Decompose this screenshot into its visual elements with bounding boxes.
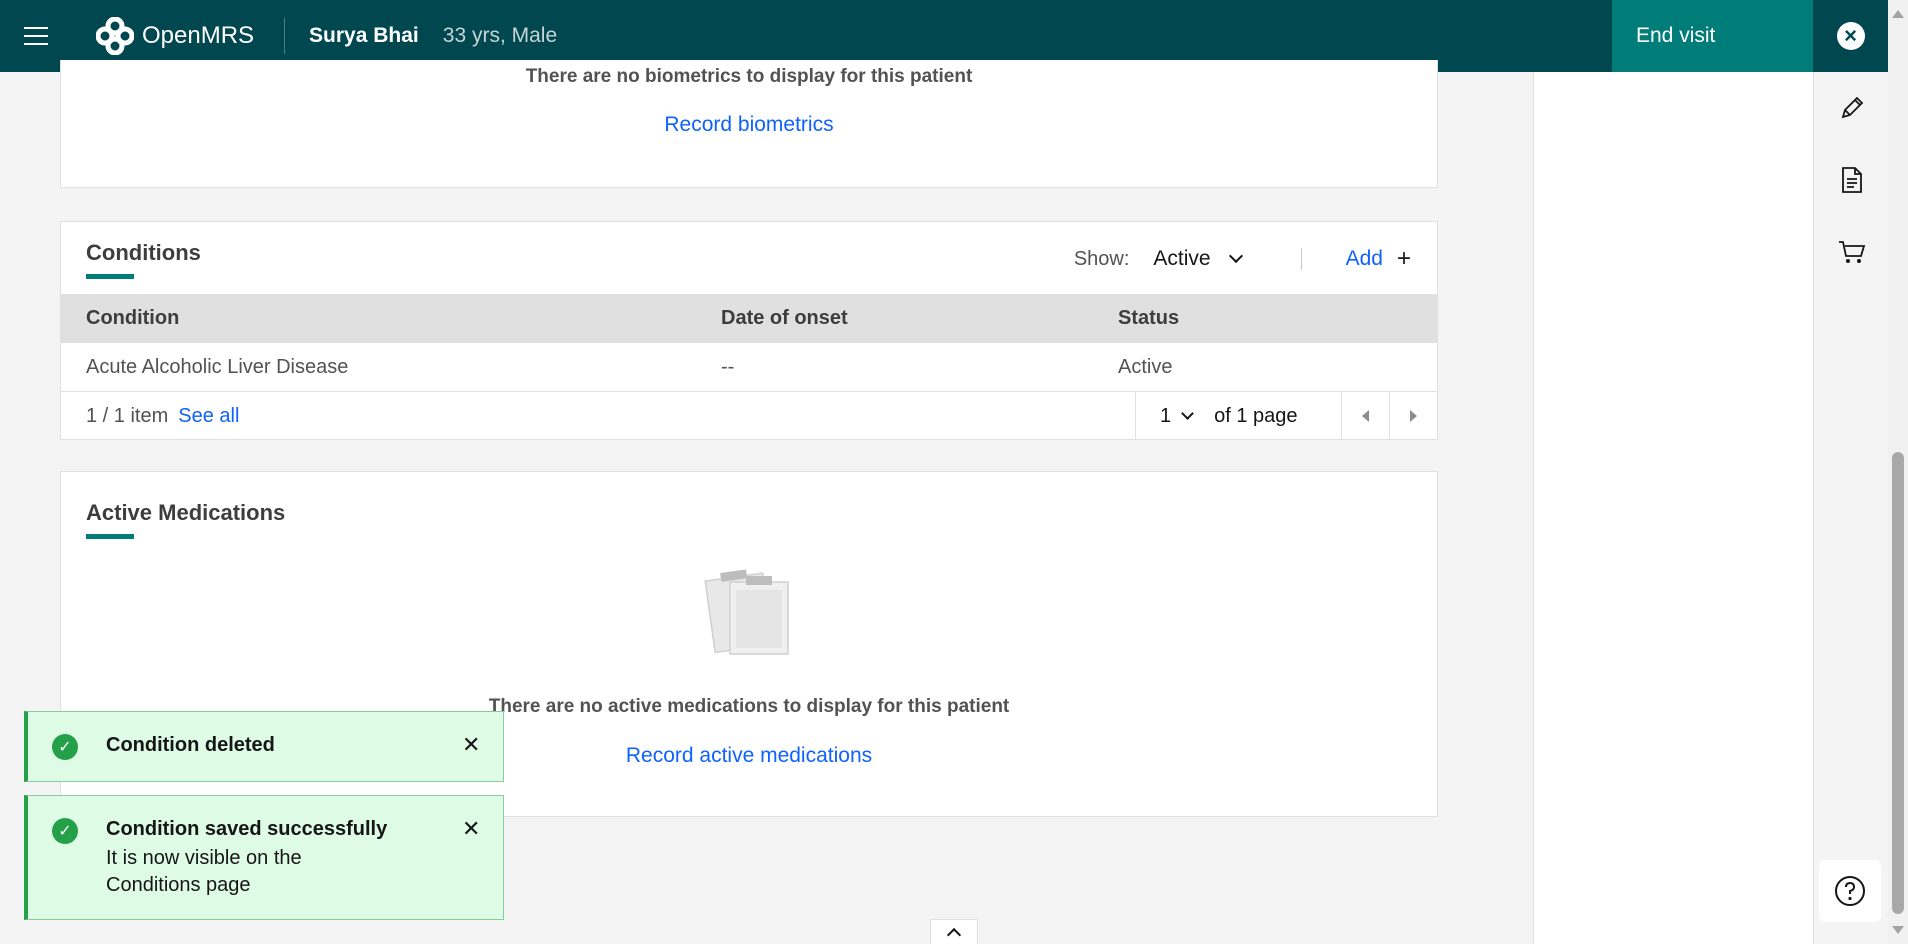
chevron-down-icon xyxy=(1228,248,1243,264)
caret-left-icon xyxy=(1362,410,1369,422)
medications-header: Active Medications xyxy=(86,500,285,539)
conditions-header: Conditions xyxy=(86,240,201,279)
see-all-link[interactable]: See all xyxy=(178,405,239,428)
document-icon xyxy=(1841,167,1862,193)
cart-icon xyxy=(1838,241,1865,263)
help-button[interactable] xyxy=(1819,860,1881,922)
end-visit-button[interactable]: End visit xyxy=(1612,0,1813,72)
close-icon[interactable]: ✕ xyxy=(462,816,480,842)
page-scrollbar[interactable] xyxy=(1888,0,1908,944)
status-cell: Active xyxy=(1118,355,1173,378)
add-condition-button[interactable]: Add + xyxy=(1346,245,1411,273)
app-name: OpenMRS xyxy=(142,22,255,49)
conditions-pagination: 1 / 1 item See all 1 of 1 page xyxy=(61,392,1437,440)
hamburger-icon xyxy=(24,27,48,45)
visit-note-button[interactable] xyxy=(1814,72,1889,144)
add-condition-label: Add xyxy=(1345,247,1383,270)
chevron-down-icon xyxy=(1181,406,1194,420)
toast-title: Condition saved successfully xyxy=(106,818,388,840)
column-header-onset[interactable]: Date of onset xyxy=(721,307,848,330)
biometrics-card: There are no biometrics to display for t… xyxy=(60,60,1438,188)
conditions-table-header: Condition Date of onset Status xyxy=(61,294,1437,343)
page-total: of 1 page xyxy=(1214,404,1298,427)
scroll-to-top-button[interactable] xyxy=(930,919,978,944)
caret-right-icon xyxy=(1410,410,1417,422)
record-biometrics-label[interactable]: Record biometrics xyxy=(664,113,833,136)
column-header-condition[interactable]: Condition xyxy=(86,307,179,330)
next-page-button[interactable] xyxy=(1389,392,1437,440)
toast-condition-saved: ✓ Condition saved successfully It is now… xyxy=(24,795,504,920)
header-divider xyxy=(284,18,286,54)
conditions-card: Conditions Show: Active Add + Condition … xyxy=(60,221,1438,440)
close-icon: × xyxy=(1836,22,1865,50)
patient-demographics: 33 yrs, Male xyxy=(442,24,558,47)
toast-title: Condition deleted xyxy=(106,734,275,756)
previous-page-button[interactable] xyxy=(1341,392,1389,440)
scroll-up-icon[interactable] xyxy=(1892,10,1904,18)
order-basket-button[interactable] xyxy=(1814,216,1889,288)
title-underline xyxy=(86,534,134,539)
conditions-title: Conditions xyxy=(86,240,201,265)
close-workspace-button[interactable]: × xyxy=(1813,0,1888,72)
empty-clipboard-icon xyxy=(704,569,789,655)
table-row[interactable]: Acute Alcoholic Liver Disease -- Active xyxy=(61,343,1437,392)
toast-subtitle: It is now visible on the Conditions page xyxy=(106,847,302,896)
page-number: 1 xyxy=(1160,404,1172,427)
help-icon xyxy=(1835,876,1865,906)
onset-cell: -- xyxy=(721,355,735,378)
scroll-down-icon[interactable] xyxy=(1892,926,1904,934)
page-select[interactable]: 1 of 1 page xyxy=(1135,392,1341,440)
plus-icon: + xyxy=(1396,245,1411,272)
medications-title: Active Medications xyxy=(86,500,286,525)
record-biometrics-link: Record biometrics xyxy=(61,113,1437,137)
controls-divider xyxy=(1300,248,1302,270)
openmrs-logo[interactable]: OpenMRS xyxy=(96,16,254,56)
openmrs-logo-icon xyxy=(96,17,134,55)
status-filter-value: Active xyxy=(1153,247,1211,270)
checkmark-filled-icon: ✓ xyxy=(52,818,78,844)
condition-cell: Acute Alcoholic Liver Disease xyxy=(86,355,349,378)
conditions-controls: Show: Active Add + xyxy=(1074,244,1411,274)
clinical-forms-button[interactable] xyxy=(1814,144,1889,216)
show-filter-label: Show: xyxy=(1073,247,1130,270)
chevron-up-icon xyxy=(946,927,962,943)
scroll-thumb[interactable] xyxy=(1892,452,1904,914)
item-count: 1 / 1 item xyxy=(86,404,169,427)
patient-name: Surya Bhai xyxy=(309,24,419,47)
side-panel xyxy=(1533,72,1814,944)
biometrics-empty-text: There are no biometrics to display for t… xyxy=(525,66,973,87)
status-filter-dropdown[interactable]: Active xyxy=(1129,247,1243,271)
record-medications-label[interactable]: Record active medications xyxy=(626,744,872,767)
column-header-status[interactable]: Status xyxy=(1118,307,1179,330)
pen-icon xyxy=(1841,96,1863,119)
close-icon[interactable]: ✕ xyxy=(462,732,480,758)
checkmark-filled-icon: ✓ xyxy=(52,734,78,760)
action-menu-rail xyxy=(1813,72,1888,944)
title-underline xyxy=(86,274,134,279)
toast-condition-deleted: ✓ Condition deleted ✕ xyxy=(24,711,504,782)
